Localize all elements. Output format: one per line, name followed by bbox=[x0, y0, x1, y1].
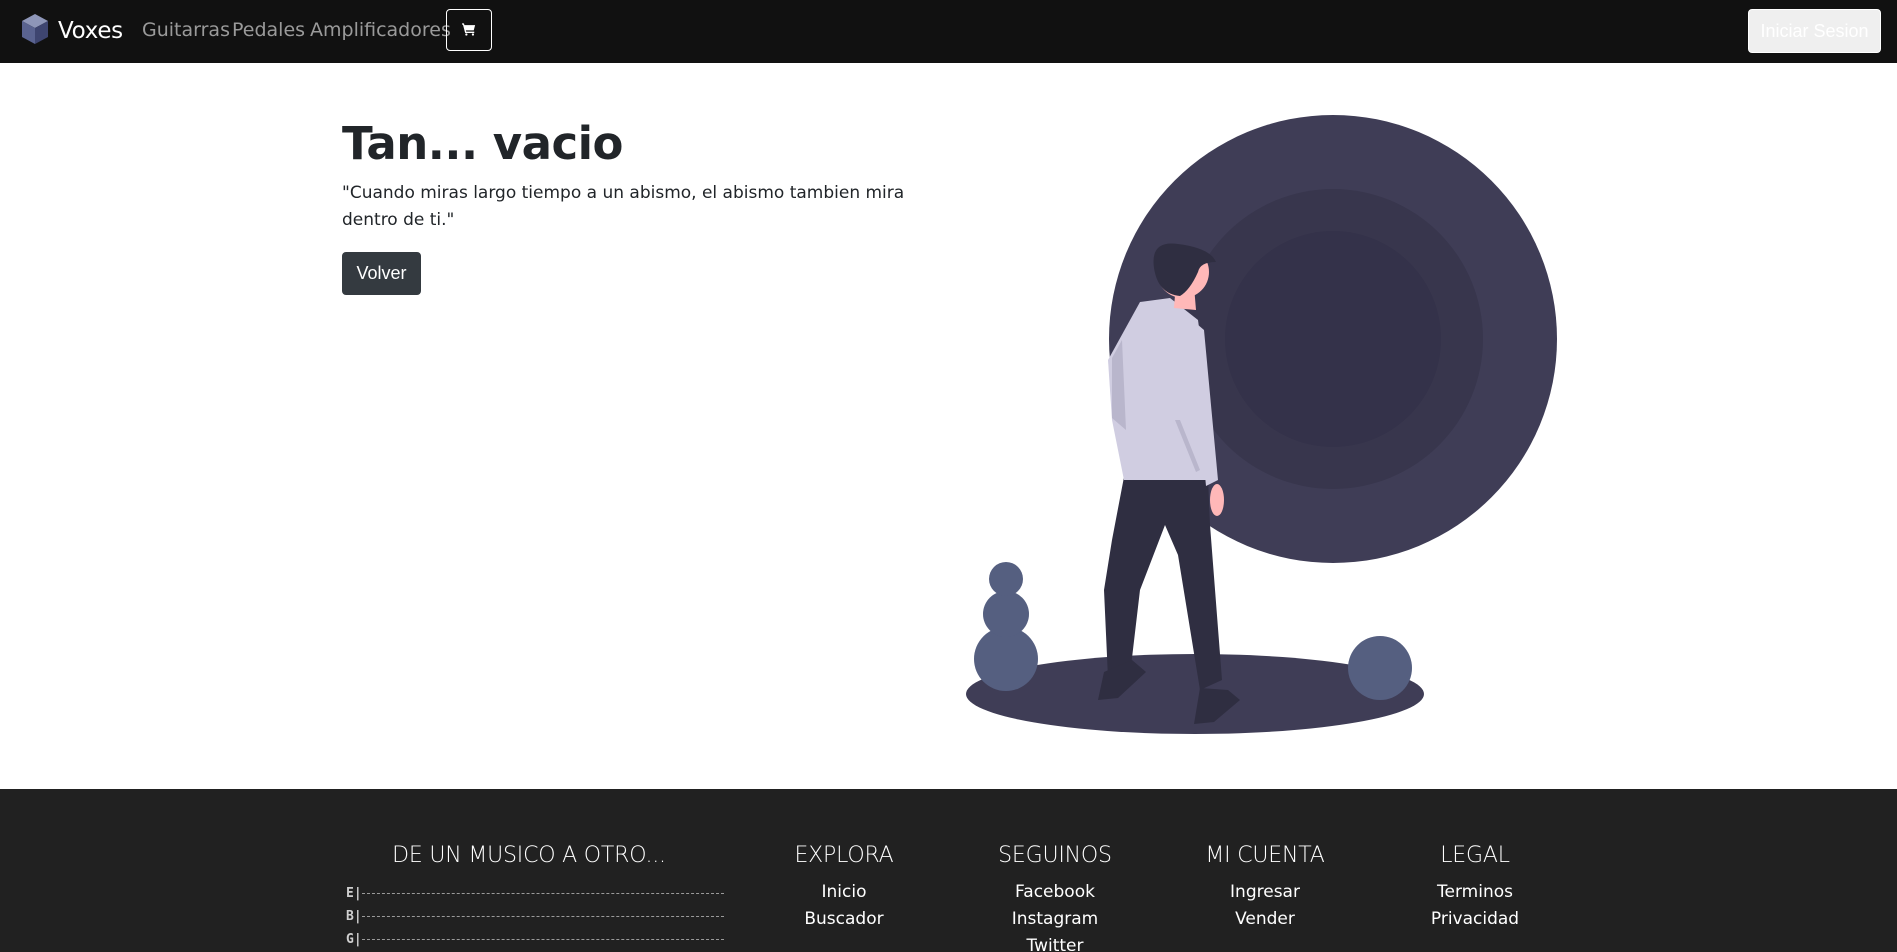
login-button[interactable]: Iniciar Sesion bbox=[1748, 9, 1881, 53]
nav-link-pedales[interactable]: Pedales bbox=[232, 19, 305, 41]
footer-heading-explora: EXPLORA bbox=[794, 843, 894, 868]
empty-state-illustration bbox=[966, 115, 1557, 734]
nav-link-guitarras[interactable]: Guitarras bbox=[142, 19, 230, 41]
footer-link-ingresar[interactable]: Ingresar bbox=[1230, 882, 1300, 902]
cart-button[interactable] bbox=[446, 9, 492, 51]
cube-logo-icon bbox=[20, 13, 50, 49]
tab-string-label: B| bbox=[346, 908, 362, 924]
footer-tagline: DE UN MUSICO A OTRO... bbox=[392, 843, 666, 868]
brand-link[interactable]: Voxes bbox=[20, 14, 123, 48]
cart-icon bbox=[462, 22, 476, 39]
site-footer: DE UN MUSICO A OTRO... E| B| G| EXPLORA … bbox=[0, 789, 1897, 952]
footer-link-twitter[interactable]: Twitter bbox=[1027, 936, 1084, 952]
tab-dash-line bbox=[362, 892, 724, 894]
tab-string-line: B| bbox=[346, 906, 724, 926]
tab-string-label: G| bbox=[346, 931, 362, 947]
footer-heading-mi-cuenta: MI CUENTA bbox=[1205, 843, 1325, 868]
footer-link-inicio[interactable]: Inicio bbox=[822, 882, 867, 902]
page-title: Tan... vacio bbox=[342, 117, 623, 170]
footer-link-instagram[interactable]: Instagram bbox=[1012, 909, 1099, 929]
footer-link-vender[interactable]: Vender bbox=[1235, 909, 1295, 929]
footer-link-terminos[interactable]: Terminos bbox=[1437, 882, 1513, 902]
footer-heading-seguinos: SEGUINOS bbox=[998, 843, 1112, 868]
tab-string-line: E| bbox=[346, 883, 724, 903]
back-button[interactable]: Volver bbox=[342, 252, 421, 295]
tab-string-line: G| bbox=[346, 929, 724, 949]
brand-name: Voxes bbox=[58, 18, 123, 44]
tab-string-label: E| bbox=[346, 885, 362, 901]
footer-link-facebook[interactable]: Facebook bbox=[1015, 882, 1095, 902]
footer-link-privacidad[interactable]: Privacidad bbox=[1431, 909, 1519, 929]
top-navbar: Voxes Guitarras Pedales Amplificadores I… bbox=[0, 0, 1897, 63]
nav-link-amplificadores[interactable]: Amplificadores bbox=[310, 19, 451, 41]
footer-heading-legal: LEGAL bbox=[1440, 843, 1510, 868]
tab-dash-line bbox=[362, 938, 724, 940]
footer-link-buscador[interactable]: Buscador bbox=[804, 909, 883, 929]
tab-dash-line bbox=[362, 915, 724, 917]
quote-text: "Cuando miras largo tiempo a un abismo, … bbox=[342, 183, 905, 230]
